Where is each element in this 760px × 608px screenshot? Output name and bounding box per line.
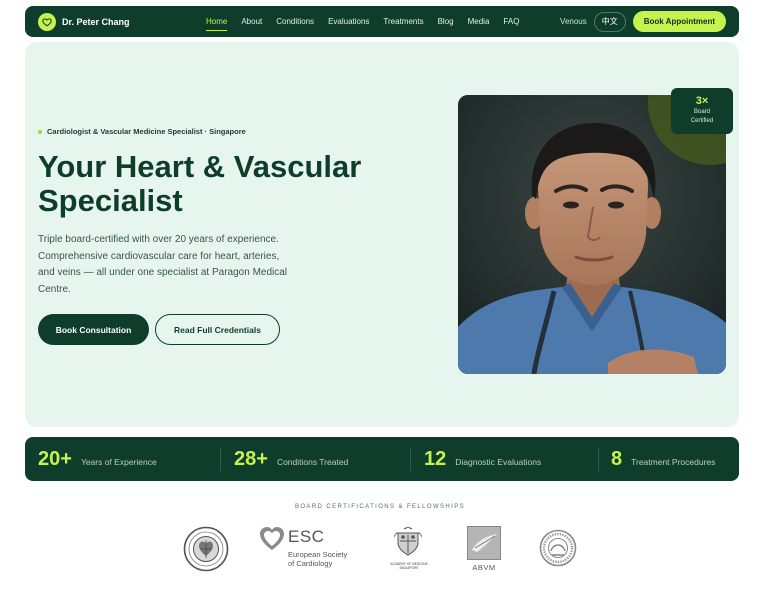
certifications-heading: BOARD CERTIFICATIONS & FELLOWSHIPS: [294, 504, 466, 510]
main-menu: Home About Conditions Evaluations Treatm…: [206, 6, 533, 37]
nav-blog[interactable]: Blog: [438, 6, 454, 37]
stat-conditions: 28+ Conditions Treated: [234, 437, 348, 481]
nav-about[interactable]: About: [241, 6, 262, 37]
badge-label-line1: Board: [693, 109, 710, 115]
stat-label: Treatment Procedures: [631, 457, 716, 467]
stat-value: 12: [424, 447, 447, 470]
hero-description: Triple board-certified with over 20 year…: [38, 234, 288, 295]
academy-crest-logo: [393, 526, 423, 562]
esc-name-line2: of Cardiology: [288, 559, 333, 568]
book-consultation-button[interactable]: Book Consultation: [38, 314, 149, 345]
hero-title: Your Heart & Vascular Specialist: [38, 149, 362, 218]
language-toggle[interactable]: 中文: [593, 11, 626, 32]
venous-link[interactable]: Venous: [560, 17, 587, 26]
badge-label-line2: Certified: [690, 118, 714, 124]
stat-value: 8: [611, 447, 623, 470]
abvm-logo: [467, 526, 501, 565]
heart-logo-icon: [38, 12, 56, 31]
stat-value: 20+: [38, 447, 72, 470]
stat-value: 28+: [234, 447, 268, 470]
nav-faq[interactable]: FAQ: [503, 6, 519, 37]
stat-treatments: 8 Treatment Procedures: [611, 437, 715, 481]
bullet-dot-icon: [38, 129, 42, 134]
read-credentials-button[interactable]: Read Full Credentials: [155, 314, 280, 345]
nav-home[interactable]: Home: [206, 6, 228, 37]
esc-abbreviation: ESC: [288, 527, 325, 546]
nav-treatments[interactable]: Treatments: [383, 6, 423, 37]
badge-number: 3×: [695, 95, 709, 107]
stat-divider: [220, 447, 221, 471]
hero-eyebrow: Cardiologist & Vascular Medicine Special…: [38, 127, 246, 136]
esc-logo: [259, 526, 285, 557]
medical-seal-logo: [539, 529, 577, 572]
hero-section: Cardiologist & Vascular Medicine Special…: [25, 42, 739, 427]
brand-name: Dr. Peter Chang: [62, 16, 130, 27]
doctor-portrait: [458, 95, 726, 374]
stat-divider: [410, 447, 411, 471]
stat-label: Diagnostic Evaluations: [455, 457, 542, 467]
stat-label: Years of Experience: [80, 457, 157, 467]
top-nav: Dr. Peter Chang Home About Conditions Ev…: [25, 6, 739, 37]
eyebrow-text: Cardiologist & Vascular Medicine Special…: [47, 127, 246, 136]
esc-name-line1: European Society: [288, 550, 348, 559]
stat-evaluations: 12 Diagnostic Evaluations: [424, 437, 541, 481]
cardiology-seal-logo: [183, 526, 229, 577]
stats-bar: 20+ Years of Experience 28+ Conditions T…: [25, 437, 739, 481]
brand[interactable]: Dr. Peter Chang: [38, 12, 130, 31]
stat-label: Conditions Treated: [276, 457, 349, 467]
nav-media[interactable]: Media: [468, 6, 490, 37]
nav-conditions[interactable]: Conditions: [276, 6, 314, 37]
stat-years: 20+ Years of Experience: [38, 437, 157, 481]
academy-name-line2: SINGAPORE: [399, 566, 419, 570]
book-appointment-button[interactable]: Book Appointment: [632, 11, 726, 32]
nav-evaluations[interactable]: Evaluations: [328, 6, 369, 37]
stat-divider: [598, 447, 599, 471]
nav-actions: Venous 中文 Book Appointment: [560, 6, 726, 37]
board-certified-badge: 3× Board Certified: [671, 88, 733, 134]
abvm-label: ABVM: [472, 563, 496, 572]
